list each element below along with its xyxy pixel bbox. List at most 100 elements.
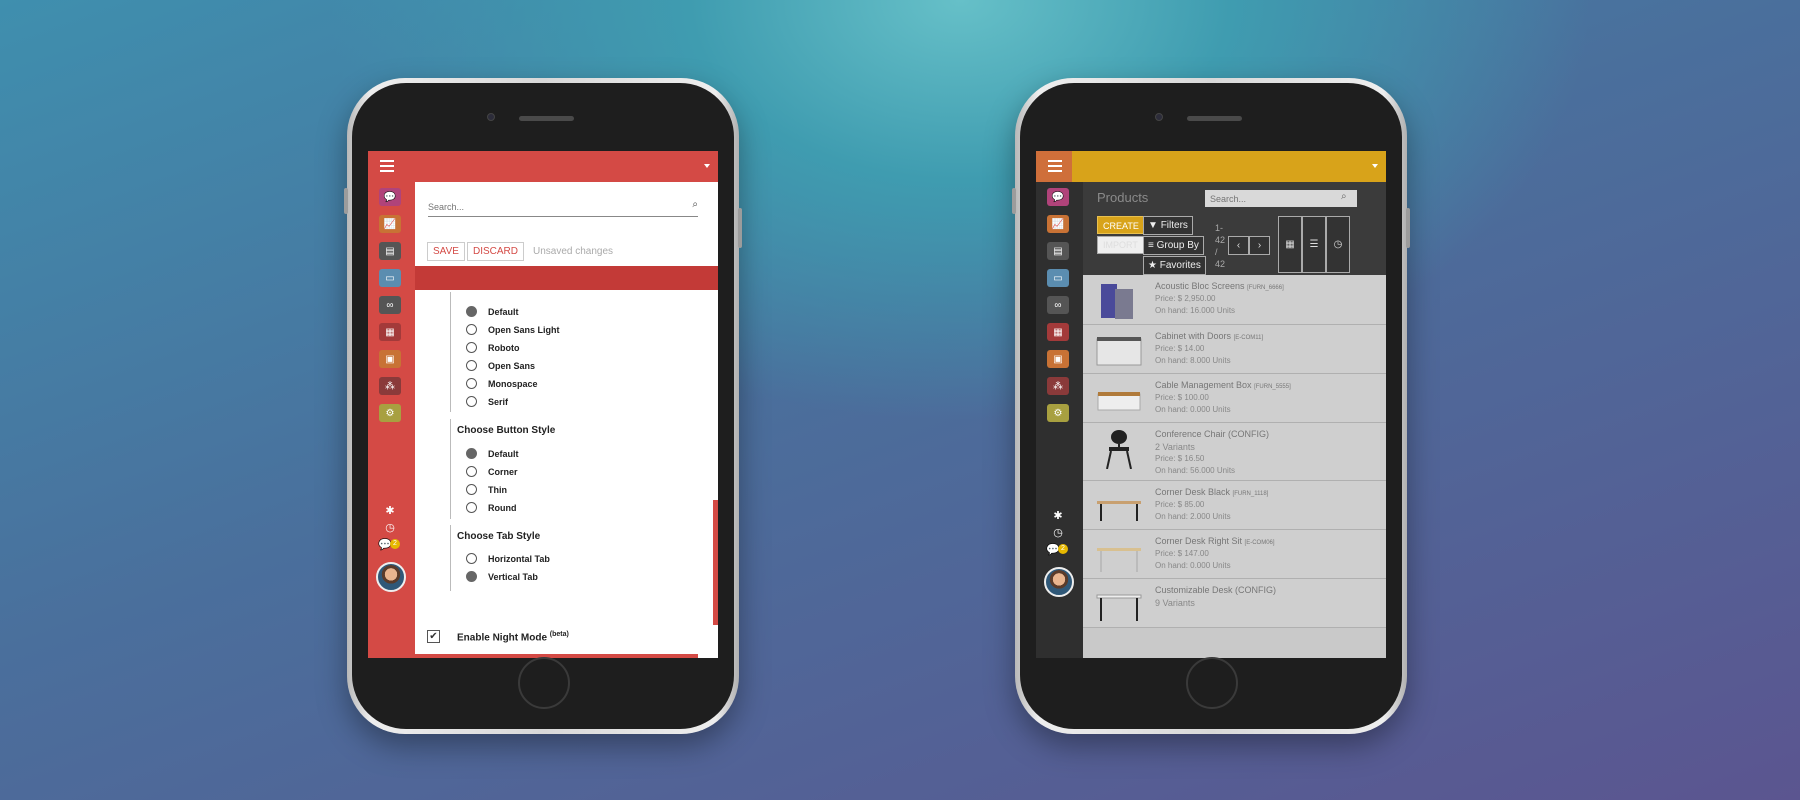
favorites-button[interactable]: ★ Favorites bbox=[1143, 256, 1206, 275]
list-view-button[interactable]: ☰ bbox=[1302, 216, 1326, 273]
hamburger-menu-icon[interactable] bbox=[380, 160, 394, 172]
font-radio-open-sans-light[interactable] bbox=[466, 324, 477, 335]
menu-toggle[interactable] bbox=[1036, 151, 1072, 182]
bug-icon[interactable]: ✱ bbox=[383, 504, 397, 517]
tab-style-radio-horizontal[interactable] bbox=[466, 553, 477, 564]
font-label: Open Sans Light bbox=[488, 325, 560, 335]
font-group-divider bbox=[450, 292, 451, 412]
list-item[interactable]: Cabinet with Doors [E-COM11] Price: $ 14… bbox=[1083, 325, 1386, 374]
product-image-corner-desk-right bbox=[1097, 548, 1141, 572]
chevron-right-icon: › bbox=[1257, 240, 1262, 251]
product-variants: 2 Variants bbox=[1155, 442, 1195, 452]
create-button[interactable]: CREATE bbox=[1097, 216, 1145, 234]
search-input[interactable] bbox=[1205, 190, 1357, 207]
product-ref: [E-COM06] bbox=[1244, 540, 1275, 546]
product-image-acoustic-screens bbox=[1101, 284, 1133, 319]
home-button[interactable] bbox=[518, 657, 570, 709]
product-title: Cable Management Box bbox=[1155, 380, 1252, 390]
right-screen: 💬 📈 ▤ ▭ ∞ ▦ ▣ ⁂ ⚙ ✱ ◷ 💬 2 Products ⌕ CRE… bbox=[1036, 151, 1386, 658]
sales-chart-app-icon[interactable]: 📈 bbox=[379, 215, 401, 233]
button-style-title: Choose Button Style bbox=[457, 425, 556, 436]
night-mode-checkbox[interactable]: ✔ bbox=[427, 630, 440, 643]
avatar[interactable] bbox=[1044, 567, 1074, 597]
font-label: Monospace bbox=[488, 379, 538, 389]
product-image-cabinet bbox=[1096, 337, 1142, 366]
font-radio-roboto[interactable] bbox=[466, 342, 477, 353]
hamburger-menu-icon[interactable] bbox=[1048, 160, 1062, 172]
settings-gear-icon[interactable]: ⚙ bbox=[1047, 404, 1069, 422]
tab-style-radio-vertical[interactable] bbox=[466, 571, 477, 582]
discuss-app-icon[interactable]: 💬 bbox=[379, 188, 401, 206]
pager-counter: 1- 42 / 42 bbox=[1215, 222, 1227, 270]
activity-view-button[interactable]: ◷ bbox=[1326, 216, 1350, 273]
link-app-icon[interactable]: ∞ bbox=[1047, 296, 1069, 314]
product-price: Price: $ 147.00 bbox=[1155, 549, 1209, 558]
invoicing-app-icon[interactable]: ▭ bbox=[1047, 269, 1069, 287]
right-phone-frame: 💬 📈 ▤ ▭ ∞ ▦ ▣ ⁂ ⚙ ✱ ◷ 💬 2 Products ⌕ CRE… bbox=[1012, 78, 1410, 734]
group-by-button[interactable]: ≡ Group By bbox=[1143, 236, 1204, 255]
pos-app-icon[interactable]: ▤ bbox=[379, 242, 401, 260]
previous-page-button[interactable]: ‹ bbox=[1228, 236, 1249, 255]
list-item[interactable]: Corner Desk Black [FURN_1118] Price: $ 8… bbox=[1083, 481, 1386, 530]
scrollbar[interactable] bbox=[713, 500, 718, 625]
list-icon: ≡ bbox=[1148, 240, 1154, 251]
search-icon[interactable]: ⌕ bbox=[692, 199, 698, 210]
clock-icon[interactable]: ◷ bbox=[1051, 526, 1065, 539]
avatar[interactable] bbox=[376, 562, 406, 592]
font-radio-open-sans[interactable] bbox=[466, 360, 477, 371]
list-item[interactable]: Acoustic Bloc Screens [FURN_6666] Price:… bbox=[1083, 275, 1386, 325]
mute-switch bbox=[1012, 188, 1016, 214]
product-list: Acoustic Bloc Screens [FURN_6666] Price:… bbox=[1083, 275, 1386, 658]
sales-chart-app-icon[interactable]: 📈 bbox=[1047, 215, 1069, 233]
search-icon[interactable]: ⌕ bbox=[1341, 191, 1347, 202]
button-style-label: Default bbox=[488, 449, 519, 459]
documents-app-icon[interactable]: ▣ bbox=[1047, 350, 1069, 368]
clock-icon[interactable]: ◷ bbox=[383, 521, 397, 534]
bug-icon[interactable]: ✱ bbox=[1051, 509, 1065, 522]
save-button[interactable]: SAVE bbox=[427, 242, 465, 261]
product-name: Corner Desk Right Sit [E-COM06] bbox=[1155, 536, 1275, 546]
button-style-radio-thin[interactable] bbox=[466, 484, 477, 495]
page-title: Products bbox=[1097, 190, 1149, 205]
link-app-icon[interactable]: ∞ bbox=[379, 296, 401, 314]
discuss-app-icon[interactable]: 💬 bbox=[1047, 188, 1069, 206]
button-style-radio-round[interactable] bbox=[466, 502, 477, 513]
discard-button[interactable]: DISCARD bbox=[467, 242, 525, 261]
front-camera bbox=[487, 113, 495, 121]
chevron-down-icon[interactable] bbox=[704, 164, 710, 168]
button-style-radio-corner[interactable] bbox=[466, 466, 477, 477]
tab-style-title: Choose Tab Style bbox=[457, 531, 541, 542]
font-radio-default[interactable] bbox=[466, 306, 477, 317]
list-item[interactable]: Cable Management Box [FURN_5555] Price: … bbox=[1083, 374, 1386, 423]
apps-app-icon[interactable]: ⁂ bbox=[379, 377, 401, 395]
product-stock: On hand: 8.000 Units bbox=[1155, 356, 1231, 365]
list-item[interactable]: Customizable Desk (CONFIG) 9 Variants bbox=[1083, 579, 1386, 628]
filters-button[interactable]: ▼ Filters bbox=[1143, 216, 1193, 235]
search-input[interactable] bbox=[428, 202, 668, 212]
kanban-view-button[interactable]: ▦ bbox=[1278, 216, 1302, 273]
section-header-band bbox=[415, 266, 718, 290]
home-button[interactable] bbox=[1186, 657, 1238, 709]
list-item[interactable]: Corner Desk Right Sit [E-COM06] Price: $… bbox=[1083, 530, 1386, 579]
settings-gear-icon[interactable]: ⚙ bbox=[379, 404, 401, 422]
import-button[interactable]: IMPORT bbox=[1097, 236, 1144, 254]
font-radio-serif[interactable] bbox=[466, 396, 477, 407]
next-page-button[interactable]: › bbox=[1249, 236, 1270, 255]
pos-app-icon[interactable]: ▤ bbox=[1047, 242, 1069, 260]
button-style-label: Thin bbox=[488, 485, 507, 495]
documents-app-icon[interactable]: ▣ bbox=[379, 350, 401, 368]
inventory-app-icon[interactable]: ▦ bbox=[1047, 323, 1069, 341]
product-title: Cabinet with Doors bbox=[1155, 331, 1232, 341]
button-style-radio-default[interactable] bbox=[466, 448, 477, 459]
list-item[interactable]: Conference Chair (CONFIG) 2 Variants Pri… bbox=[1083, 423, 1386, 481]
mute-switch bbox=[344, 188, 348, 214]
chevron-down-icon[interactable] bbox=[1372, 164, 1378, 168]
power-button bbox=[1406, 208, 1410, 248]
product-price: Price: $ 14.00 bbox=[1155, 344, 1205, 353]
font-radio-monospace[interactable] bbox=[466, 378, 477, 389]
invoicing-app-icon[interactable]: ▭ bbox=[379, 269, 401, 287]
inventory-app-icon[interactable]: ▦ bbox=[379, 323, 401, 341]
font-label: Open Sans bbox=[488, 361, 536, 371]
apps-app-icon[interactable]: ⁂ bbox=[1047, 377, 1069, 395]
chat-badge: 2 bbox=[1058, 544, 1068, 554]
